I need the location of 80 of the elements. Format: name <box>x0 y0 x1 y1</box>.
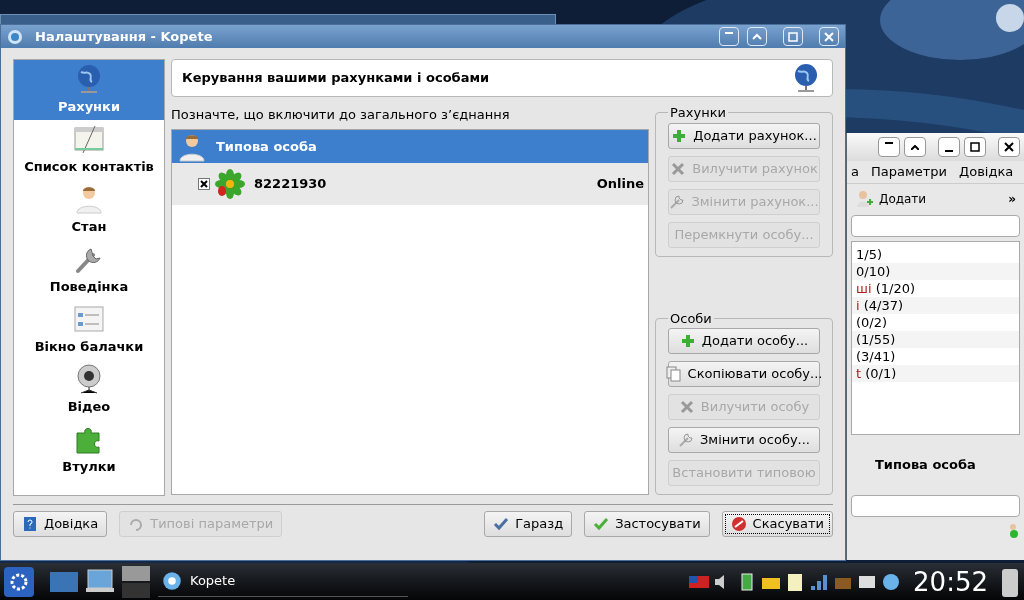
dialog-button[interactable]: Додати особу... <box>668 328 820 354</box>
overflow-button[interactable]: » <box>1008 189 1016 208</box>
account-id: 82221930 <box>254 175 328 194</box>
keep-above-button[interactable] <box>747 27 767 46</box>
help-book-icon <box>22 516 38 532</box>
wrench-icon <box>678 432 694 448</box>
cancel-icon <box>730 516 747 532</box>
contact-group[interactable]: (0/2) <box>852 314 1019 331</box>
flower-icon <box>214 168 246 200</box>
title-bar-button[interactable] <box>904 137 926 157</box>
sidebar-item[interactable]: Стан <box>14 180 164 240</box>
contact-group[interactable]: (1/55) <box>852 331 1019 348</box>
menu-item[interactable]: Параметри <box>870 162 947 182</box>
reset-icon <box>128 516 145 532</box>
dialog-button[interactable]: Додати рахунок... <box>668 122 820 149</box>
sidebar-item[interactable]: Список контактів <box>14 120 164 180</box>
task-button[interactable]: Kopete <box>158 566 408 597</box>
instruction-text: Позначте, що включити до загального з’єднання <box>171 106 511 124</box>
dialog-button[interactable]: Скопіювати особу... <box>668 361 820 387</box>
plus-icon <box>671 127 688 144</box>
close-icon <box>823 30 835 43</box>
sidebar-item[interactable]: Втулки <box>14 420 164 480</box>
sidebar-item[interactable]: Рахунки <box>14 60 164 120</box>
menu-item[interactable]: Довідка <box>959 162 1014 182</box>
kopete-icon <box>7 28 23 45</box>
status-icon <box>1008 523 1020 539</box>
kopete-icon <box>162 571 182 591</box>
sidebar-item[interactable]: Вікно балачки <box>14 300 164 360</box>
group-title: Особи <box>669 309 713 328</box>
gear-icon <box>9 571 29 592</box>
tree-row[interactable]: Типова особа <box>172 130 648 163</box>
copy-icon <box>665 366 682 382</box>
tree-row[interactable]: 82221930 Online <box>172 163 648 205</box>
add-contact-button[interactable]: Додати <box>855 188 927 209</box>
sidebar-item[interactable]: Поведінка <box>14 240 164 300</box>
dialog-button[interactable]: Довідка <box>13 511 108 537</box>
desktop-icon[interactable] <box>50 571 78 592</box>
sidebar-item[interactable]: Відео <box>14 360 164 420</box>
contact-group[interactable]: ші (1/20) <box>852 280 1019 297</box>
check-icon <box>493 516 510 532</box>
dialog-button[interactable]: Гаразд <box>484 511 573 537</box>
dialog-button[interactable]: Змінити особу... <box>668 427 820 453</box>
minimize-button[interactable] <box>938 137 960 157</box>
maximize-icon <box>787 30 799 43</box>
wrench-icon <box>669 193 686 210</box>
contact-group[interactable]: t (0/1) <box>852 365 1019 382</box>
contact-group[interactable]: 1/5) <box>852 246 1019 263</box>
window-icon <box>73 123 105 156</box>
title-bar-button[interactable] <box>878 137 900 157</box>
group-title: Рахунки <box>669 104 727 122</box>
status-message-field[interactable] <box>851 495 1020 517</box>
dialog-button[interactable]: Застосувати <box>584 511 710 537</box>
close-button[interactable] <box>998 137 1020 157</box>
launcher-button[interactable] <box>4 566 34 597</box>
check-mark-icon <box>200 180 208 188</box>
close-icon <box>1003 141 1015 153</box>
check-icon <box>593 516 610 532</box>
kopete-icon[interactable] <box>881 571 902 592</box>
page-title: Керування вашими рахунками і особами <box>182 69 491 88</box>
menu-item[interactable]: а <box>851 162 859 182</box>
identity-name: Типова особа <box>875 456 976 475</box>
checkbox[interactable] <box>198 178 210 190</box>
dialog-button[interactable]: Скасувати <box>721 511 833 537</box>
contact-group[interactable]: і (4/37) <box>852 297 1019 314</box>
maximize-icon <box>969 141 981 153</box>
pager-icon[interactable] <box>122 565 150 598</box>
shade-icon <box>725 31 733 34</box>
account-status: Online <box>596 175 644 194</box>
contact-group[interactable]: (3/41) <box>852 348 1019 365</box>
shade-button[interactable] <box>719 27 739 46</box>
search-field[interactable] <box>851 215 1020 237</box>
plus-icon <box>679 333 696 349</box>
maximize-button[interactable] <box>964 137 986 157</box>
cross-icon <box>678 399 695 415</box>
contact-group[interactable]: 0/10) <box>852 263 1019 280</box>
caret-icon <box>911 144 919 150</box>
clock: 20:52 <box>913 568 988 595</box>
person-add-icon <box>855 188 875 209</box>
cross-icon <box>670 160 687 177</box>
window-title: Налаштування - Kopete <box>35 27 213 46</box>
